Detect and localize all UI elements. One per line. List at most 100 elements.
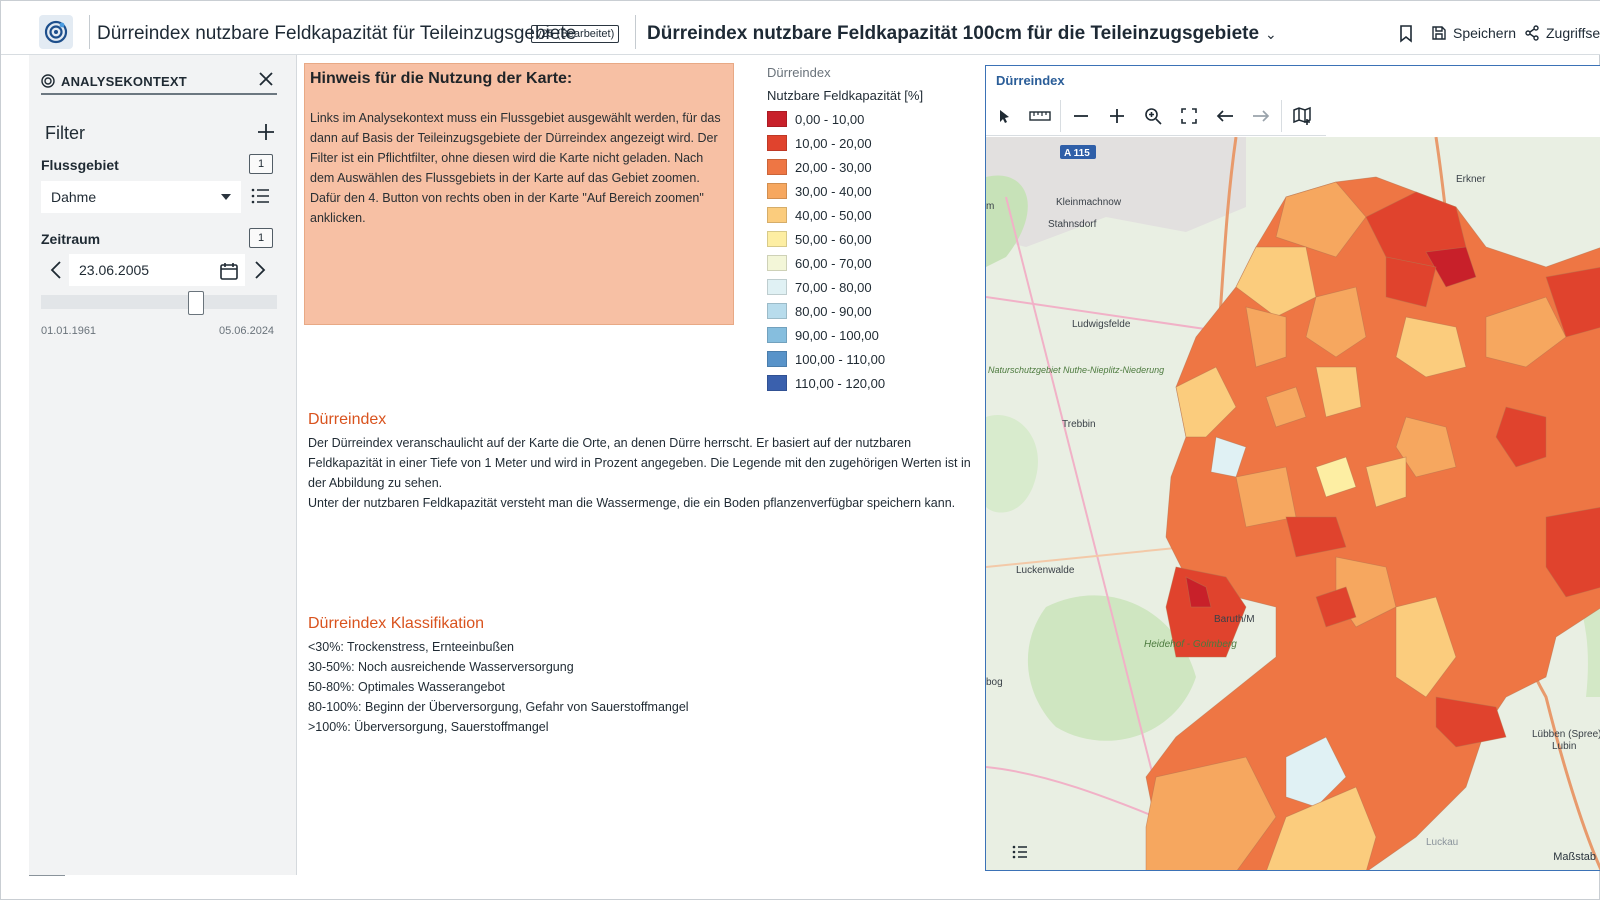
legend-label: 50,00 - 60,00 bbox=[795, 231, 872, 247]
list-icon[interactable] bbox=[249, 185, 271, 207]
zoom-out-button[interactable] bbox=[1063, 98, 1099, 134]
sidebar-header: ANALYSEKONTEXT bbox=[41, 69, 277, 95]
chevron-right-icon[interactable] bbox=[251, 259, 269, 281]
minus-icon bbox=[1074, 114, 1088, 117]
map-label: m bbox=[986, 201, 994, 212]
access-button[interactable]: Zugriffsei bbox=[1524, 25, 1600, 41]
select-tool-button[interactable] bbox=[986, 98, 1022, 134]
legend-item: 80,00 - 90,00 bbox=[767, 299, 967, 323]
map-label: Heidehof - Golmberg bbox=[1144, 639, 1237, 650]
legend-label: 40,00 - 50,00 bbox=[795, 207, 872, 223]
app-logo-icon[interactable] bbox=[39, 15, 73, 49]
add-filter-icon[interactable] bbox=[255, 121, 277, 143]
toolbar-divider bbox=[1060, 99, 1061, 132]
legend-swatch bbox=[767, 351, 787, 367]
classification-item: >100%: Überversorgung, Sauerstoffmangel bbox=[308, 720, 549, 734]
chevron-down-icon: ⌄ bbox=[1265, 26, 1277, 42]
legend-item: 70,00 - 80,00 bbox=[767, 275, 967, 299]
date-slider-track[interactable] bbox=[41, 295, 277, 309]
legend-swatch bbox=[767, 231, 787, 247]
measure-tool-button[interactable] bbox=[1022, 98, 1058, 134]
caret-down-icon bbox=[221, 194, 231, 200]
flussgebiet-count-badge: 1 bbox=[249, 154, 273, 174]
classification-item: 30-50%: Noch ausreichende Wasserversorgu… bbox=[308, 660, 574, 674]
date-slider-thumb[interactable] bbox=[188, 291, 205, 315]
calendar-icon[interactable] bbox=[219, 261, 239, 281]
sidebar-bottom-tab[interactable] bbox=[29, 875, 65, 881]
map-toolbar bbox=[986, 96, 1326, 136]
legend-label: 110,00 - 120,00 bbox=[795, 375, 886, 391]
legend-label: 90,00 - 100,00 bbox=[795, 327, 879, 343]
legend-swatch bbox=[767, 111, 787, 127]
legend-item: 20,00 - 30,00 bbox=[767, 155, 967, 179]
page-title-dropdown[interactable]: Dürreindex nutzbare Feldkapazität 100cm … bbox=[647, 23, 1277, 45]
save-icon bbox=[1432, 26, 1446, 40]
legend-item: 110,00 - 120,00 bbox=[767, 371, 967, 395]
legend-swatch bbox=[767, 375, 787, 391]
map-label: Luckau bbox=[1426, 837, 1458, 848]
legend-label: 70,00 - 80,00 bbox=[795, 279, 872, 295]
zoom-in-button[interactable] bbox=[1099, 98, 1135, 134]
map-label: bog bbox=[986, 677, 1003, 688]
map-canvas[interactable]: A 115 Kleinmachnow Stahnsdorf Erkner Lud… bbox=[986, 137, 1600, 871]
map-label: Baruth/M bbox=[1214, 614, 1255, 625]
map-list-icon[interactable] bbox=[1010, 842, 1030, 862]
legend-item: 0,00 - 10,00 bbox=[767, 107, 967, 131]
classification-item: <30%: Trockenstress, Ernteeinbußen bbox=[308, 640, 515, 654]
legend-item: 100,00 - 110,00 bbox=[767, 347, 967, 371]
zoom-area-button[interactable] bbox=[1135, 98, 1171, 134]
hint-box: Hinweis für die Nutzung der Karte: Links… bbox=[304, 63, 734, 325]
legend-swatch bbox=[767, 159, 787, 175]
legend-subtitle: Nutzbare Feldkapazität [%] bbox=[767, 88, 924, 103]
flussgebiet-select[interactable]: Dahme bbox=[41, 181, 241, 213]
classification-item: 80-100%: Beginn der Überversorgung, Gefa… bbox=[308, 700, 689, 714]
close-icon[interactable] bbox=[257, 70, 275, 88]
index-paragraph-2: Unter der nutzbaren Feldkapazität verste… bbox=[308, 496, 956, 510]
back-button[interactable] bbox=[1207, 98, 1243, 134]
map-layers-button[interactable] bbox=[1284, 98, 1320, 134]
map-title: Dürreindex bbox=[996, 73, 1065, 88]
legend-item: 40,00 - 50,00 bbox=[767, 203, 967, 227]
chevron-left-icon[interactable] bbox=[47, 259, 65, 281]
zeitraum-count-badge: 1 bbox=[249, 228, 273, 248]
map-label: Lübben (Spree) bbox=[1532, 729, 1600, 740]
toolbar-divider bbox=[1281, 99, 1282, 132]
page-title: Dürreindex nutzbare Feldkapazität 100cm … bbox=[647, 23, 1260, 44]
legend-swatch bbox=[767, 207, 787, 223]
index-section-body: Der Dürreindex veranschaulicht auf der K… bbox=[308, 433, 973, 513]
date-field[interactable]: 23.06.2005 bbox=[69, 254, 245, 286]
map-scale-label: Maßstab bbox=[1553, 851, 1596, 863]
analysis-context-sidebar: ANALYSEKONTEXT Filter Flussgebiet 1 Dahm… bbox=[29, 55, 297, 875]
flussgebiet-value: Dahme bbox=[51, 189, 97, 205]
app-window: Dürreindex nutzbare Feldkapazität für Te… bbox=[0, 0, 1600, 900]
access-label: Zugriffsei bbox=[1546, 25, 1600, 41]
top-bar: Dürreindex nutzbare Feldkapazität für Te… bbox=[1, 1, 1600, 55]
forward-button[interactable] bbox=[1243, 98, 1279, 134]
map-label: Luckenwalde bbox=[1016, 565, 1075, 576]
map-label: Kleinmachnow bbox=[1056, 197, 1122, 208]
legend-swatch bbox=[767, 183, 787, 199]
ruler-icon bbox=[1029, 110, 1051, 121]
map-label: Lubin bbox=[1552, 741, 1576, 752]
save-button[interactable]: Speichern bbox=[1431, 25, 1516, 41]
map-label: Stahnsdorf bbox=[1048, 219, 1097, 230]
magnifier-plus-icon bbox=[1145, 107, 1162, 125]
legend-swatch bbox=[767, 279, 787, 295]
legend-item: 60,00 - 70,00 bbox=[767, 251, 967, 275]
arrow-left-icon bbox=[1216, 109, 1233, 122]
legend-label: 60,00 - 70,00 bbox=[795, 255, 872, 271]
legend-label: 80,00 - 90,00 bbox=[795, 303, 872, 319]
target-icon bbox=[41, 74, 55, 88]
zoom-to-extent-button[interactable] bbox=[1171, 98, 1207, 134]
map-label: Trebbin bbox=[1062, 419, 1096, 430]
hint-title: Hinweis für die Nutzung der Karte: bbox=[310, 70, 573, 87]
legend-list: 0,00 - 10,00 10,00 - 20,00 20,00 - 30,00 30… bbox=[767, 107, 967, 395]
header-divider bbox=[635, 15, 636, 49]
map-label: A 115 bbox=[1064, 148, 1090, 159]
range-max-label: 05.06.2024 bbox=[219, 325, 275, 337]
legend-title: Dürreindex bbox=[767, 65, 831, 80]
flussgebiet-label: Flussgebiet bbox=[41, 157, 119, 173]
classification-section-title: Dürreindex Klassifikation bbox=[308, 615, 485, 632]
bookmark-button[interactable] bbox=[1399, 25, 1413, 43]
map-add-icon bbox=[1293, 106, 1311, 125]
